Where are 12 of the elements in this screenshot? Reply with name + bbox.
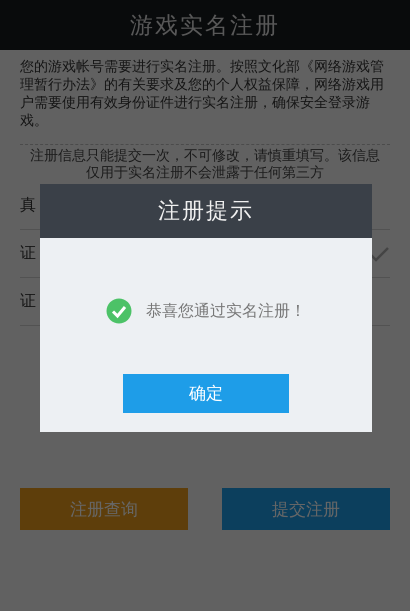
submit-button[interactable]: 提交注册 [222,488,390,530]
query-button[interactable]: 注册查询 [20,488,188,530]
confirm-button[interactable]: 确定 [123,374,289,413]
dialog-title: 注册提示 [158,198,254,226]
page-title: 游戏实名注册 [130,12,280,40]
field-label: 证 [20,243,36,264]
field-label: 真 [20,195,36,216]
notice-text: 注册信息只能提交一次，不可修改，请慎重填写。该信息 [29,148,381,165]
dialog-message: 恭喜您通过实名注册！ [146,300,306,322]
intro-paragraph: 您的游戏帐号需要进行实名注册。按照文化部《网络游戏管理暂行办法》的有关要求及您的个人权益保障，网络游戏用户需要使用有效身份证件进行实名注册，确保安全登录游戏。 [20,58,385,130]
notice-text: 仅用于实名注册不会泄露于任何第三方 [85,165,325,182]
field-label: 证 [20,291,36,312]
